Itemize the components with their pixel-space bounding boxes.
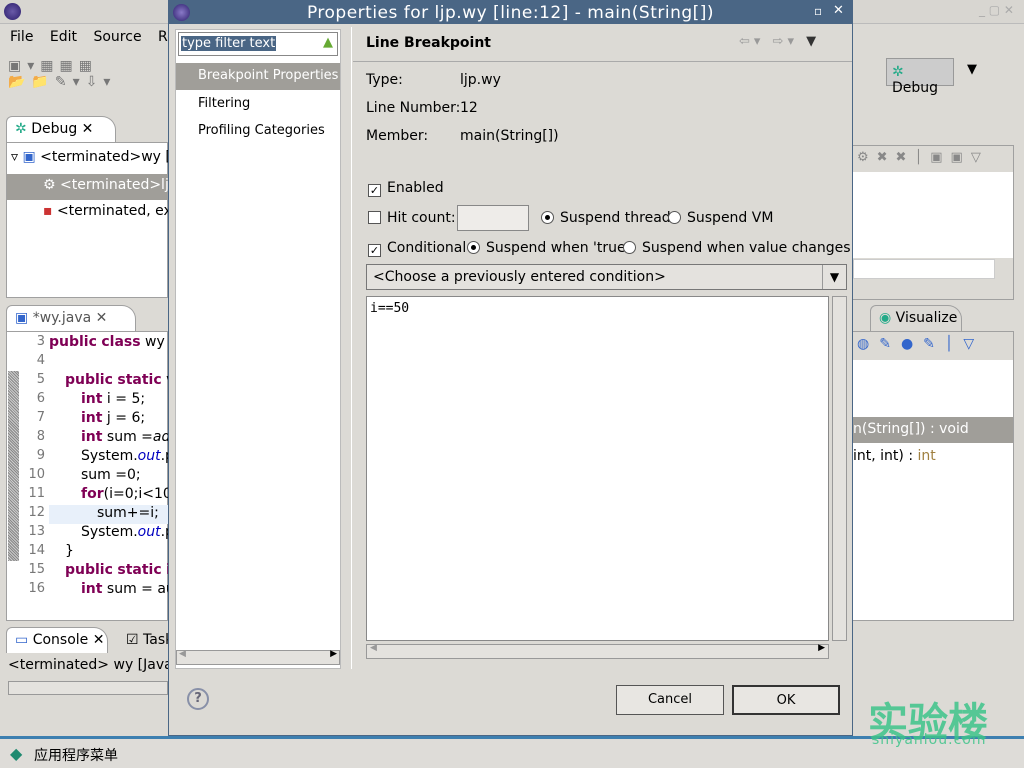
console-scrollbar[interactable] (8, 681, 168, 695)
dialog-titlebar: Properties for ljp.wy [line:12] - main(S… (169, 1, 852, 24)
condition-editor[interactable]: i==50 (366, 296, 829, 641)
menu-file[interactable]: File (10, 29, 33, 45)
suspend-changes-radio[interactable]: Suspend when value changes (623, 240, 851, 256)
hit-count-checkbox[interactable]: Hit count: (368, 210, 456, 226)
nav-item-profiling-categories[interactable]: Profiling Categories (198, 123, 325, 138)
debug-view: ▿ ▣ <terminated>wy [Ja ⚙ <terminated>ljp… (6, 142, 184, 298)
menu-edit[interactable]: Edit (50, 29, 77, 45)
perspective-debug-button[interactable]: ✲ Debug (886, 58, 954, 96)
type-value: ljp.wy (460, 72, 501, 88)
outline-view: ◍✎●✎│▽ n(String[]) : void int, int) : in… (852, 331, 1014, 621)
console-status: <terminated> wy [Java Ap (8, 657, 168, 673)
outline-toolbar: ◍✎●✎│▽ (853, 332, 1013, 360)
nav-panel: type filter text ▲ Breakpoint Properties… (175, 29, 341, 669)
maximize-button[interactable]: ▫ (814, 4, 822, 18)
conditional-checkbox[interactable]: ✓ Conditional (368, 240, 466, 257)
tab-editor[interactable]: ▣ *wy.java ✕ (6, 305, 136, 331)
cancel-button[interactable]: Cancel (616, 685, 724, 715)
line-number: 8 (36, 429, 45, 444)
line-number: 15 (28, 562, 45, 577)
tab-visualize[interactable]: ◉ Visualize (870, 305, 962, 331)
suspend-vm-radio[interactable]: Suspend VM (668, 210, 773, 226)
line-number: 7 (36, 410, 45, 425)
line-number: 12 (28, 505, 45, 520)
tab-debug[interactable]: ✲ Debug ✕ (6, 116, 116, 142)
ok-button[interactable]: OK (732, 685, 840, 715)
tab-tasks[interactable]: ☑ Task (126, 632, 173, 648)
outline-item[interactable]: n(String[]) : void (853, 417, 1013, 443)
eye-icon: ◉ (879, 310, 892, 326)
variables-view: ⚙✖✖│▣▣▽ (852, 145, 1014, 300)
suspend-thread-radio[interactable]: Suspend thread (541, 210, 671, 226)
line-number: 9 (36, 448, 45, 463)
code-line[interactable]: int j = 6; (81, 410, 145, 426)
perspective-menu-icon[interactable]: ▼ (967, 62, 977, 77)
clear-filter-icon[interactable]: ▲ (323, 35, 333, 50)
line-number: 16 (28, 581, 45, 596)
code-line[interactable]: System.out.pr (81, 524, 180, 540)
close-button[interactable]: ✕ (833, 3, 844, 18)
line-number: 3 (36, 334, 45, 349)
code-line[interactable]: } (65, 543, 74, 559)
condition-vscrollbar[interactable] (832, 296, 847, 641)
line-number: 5 (36, 372, 45, 387)
variables-toolbar: ⚙✖✖│▣▣▽ (857, 150, 989, 165)
condition-combo[interactable]: <Choose a previously entered condition> … (366, 264, 847, 290)
line-number: 13 (28, 524, 45, 539)
code-line[interactable]: System.out.pr (81, 448, 180, 464)
chevron-down-icon[interactable]: ▼ (822, 265, 846, 289)
bug-icon: ✲ (892, 64, 904, 80)
line-number: 6 (36, 391, 45, 406)
debug-item[interactable]: ▪ <terminated, exi (43, 203, 176, 219)
menu-source[interactable]: Source (93, 29, 141, 45)
line-number-label: Line Number: (366, 100, 461, 116)
code-line[interactable]: sum+=i; (97, 505, 159, 521)
title-separator (353, 61, 852, 62)
line-number: 14 (28, 543, 45, 558)
code-line[interactable]: public static vo (65, 372, 183, 388)
window-controls[interactable]: _ ▢ ✕ (979, 3, 1014, 17)
editor-ruler (8, 371, 19, 561)
condition-hscrollbar[interactable]: ◀ ▶ (366, 643, 829, 659)
line-number: 4 (36, 353, 45, 368)
code-line[interactable]: public class wy { (49, 334, 178, 350)
outline-item[interactable]: int, int) : int (853, 448, 936, 464)
page-title: Line Breakpoint (366, 35, 491, 51)
code-line[interactable]: sum =0; (81, 467, 141, 483)
hit-count-input[interactable] (457, 205, 529, 231)
properties-dialog: Properties for ljp.wy [line:12] - main(S… (168, 0, 853, 736)
line-number-value: 12 (460, 100, 478, 116)
toolbar: ▣▾▦▦▦ 📂📁✎▾⇩▾ (8, 58, 117, 90)
enabled-checkbox[interactable]: ✓ Enabled (368, 180, 444, 197)
debug-item[interactable]: ⚙ <terminated>ljp (7, 174, 178, 200)
nav-item-filtering[interactable]: Filtering (198, 96, 250, 111)
member-label: Member: (366, 128, 429, 144)
type-label: Type: (366, 72, 403, 88)
nav-item-breakpoint-properties[interactable]: Breakpoint Properties (176, 63, 340, 90)
tab-console[interactable]: ▭ Console ✕ (6, 627, 108, 653)
debug-item[interactable]: ▿ ▣ <terminated>wy [Ja (11, 149, 184, 165)
dialog-title: Properties for ljp.wy [line:12] - main(S… (306, 3, 715, 23)
app-menu[interactable]: 应用程序菜单 (34, 745, 118, 765)
editor[interactable]: 3 public class wy { 4 5 public static vo 6 int… (6, 331, 188, 621)
filter-input[interactable]: type filter text ▲ (178, 32, 338, 56)
member-value: main(String[]) (460, 128, 559, 144)
eclipse-icon (4, 3, 21, 20)
suspend-true-radio[interactable]: Suspend when 'true' (467, 240, 629, 256)
detail-field[interactable] (853, 259, 995, 279)
history-nav[interactable]: ⇦▾ ⇨▾ ▼ (739, 34, 820, 49)
line-number: 10 (28, 467, 45, 482)
line-number: 11 (28, 486, 45, 501)
page-separator (351, 27, 352, 669)
variables-list (853, 172, 1013, 258)
app-menu-icon[interactable]: ◆ (10, 744, 22, 763)
help-icon[interactable]: ? (187, 688, 209, 710)
code-line[interactable]: int i = 5; (81, 391, 145, 407)
nav-scrollbar[interactable]: ◀ ▶ (176, 649, 340, 665)
